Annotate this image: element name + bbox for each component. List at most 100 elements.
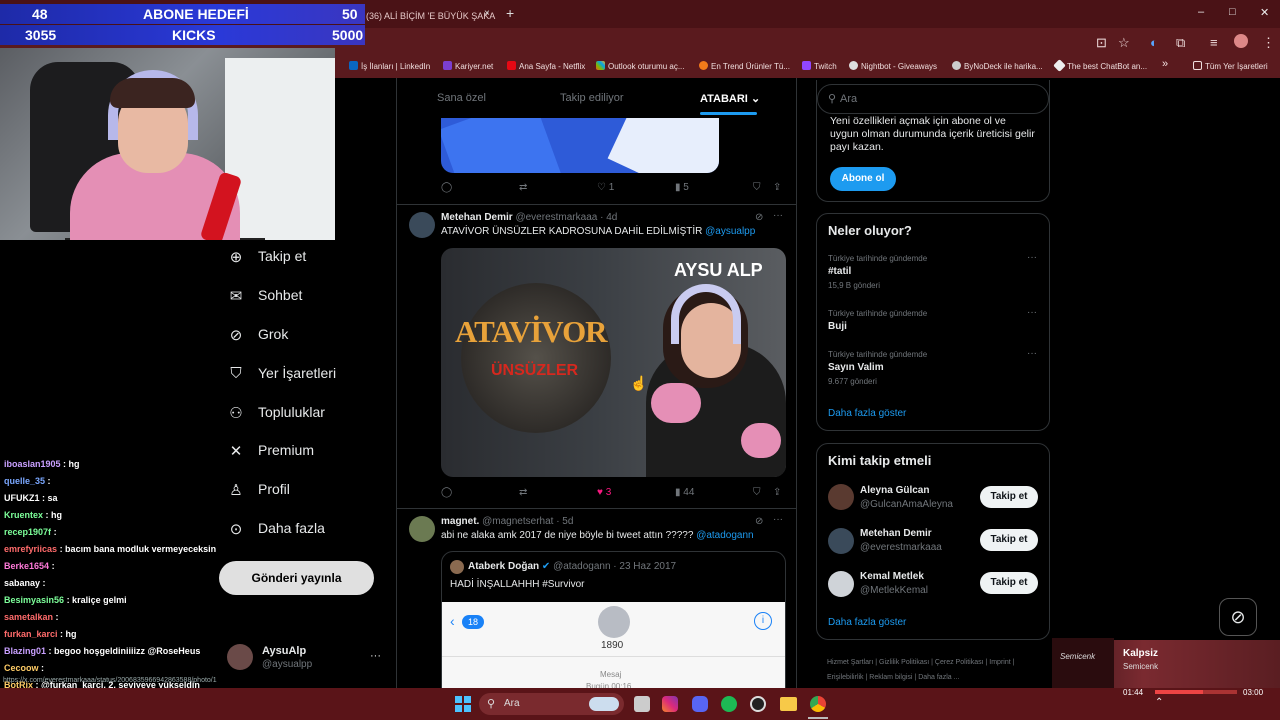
bookmark-star-icon[interactable]: ☆ (1118, 35, 1130, 51)
chat-username[interactable]: emrefyriicas (4, 544, 57, 554)
image-logo: ATAVİVOR (455, 314, 608, 349)
song-artist: Semicenk (1123, 662, 1159, 671)
chat-username[interactable]: Kruentex (4, 510, 43, 520)
chat-text: : sa (42, 493, 58, 503)
obs-icon[interactable] (750, 696, 766, 712)
chat-username[interactable]: recep1907f (4, 527, 51, 537)
bookmark-trend[interactable]: En Trend Ürünler Tü... (699, 61, 790, 71)
spotify-icon[interactable] (721, 696, 737, 712)
post-more-icon[interactable]: ··· (773, 210, 783, 221)
reply-icon[interactable]: ◯ (441, 487, 452, 498)
close-window-button[interactable]: ✕ (1260, 6, 1269, 19)
tab-following[interactable]: Takip ediliyor (560, 92, 624, 104)
author-name[interactable]: magnet. (441, 516, 479, 527)
account-menu-icon[interactable]: ··· (370, 650, 381, 662)
bookmark-netflix[interactable]: Ana Sayfa - Netflix (507, 61, 585, 71)
taskbar-search[interactable]: ⚲ Ara (479, 693, 624, 715)
kicks-goal-target: 5000 (332, 27, 364, 43)
extensions-puzzle-icon[interactable]: ⧉ (1176, 35, 1185, 51)
chat-username[interactable]: Blazing01 (4, 646, 46, 656)
trend-more-icon[interactable]: ··· (1027, 348, 1037, 359)
trends-show-more[interactable]: Daha fazla göster (828, 408, 906, 419)
suggest-avatar[interactable] (828, 571, 854, 597)
grok-icon[interactable]: ⊘ (755, 212, 763, 223)
windows-start-icon[interactable] (455, 696, 471, 712)
subscribe-button[interactable]: Abone ol (830, 167, 896, 191)
trend-more-icon[interactable]: ··· (1027, 252, 1037, 263)
browser-menu-icon[interactable]: ⋮ (1262, 35, 1275, 51)
bookmark-kariyer[interactable]: Kariyer.net (443, 61, 493, 71)
post-text: abi ne alaka amk 2017 de niye böyle bi t… (441, 530, 754, 541)
author-avatar[interactable] (409, 212, 435, 238)
author-avatar[interactable] (409, 516, 435, 542)
bookmark-twitch[interactable]: Twitch (802, 61, 837, 71)
suggest-avatar[interactable] (828, 528, 854, 554)
song-progress-bar (1155, 690, 1237, 694)
task-view-icon[interactable] (634, 696, 650, 712)
post-more-icon[interactable]: ··· (773, 514, 783, 525)
search-input[interactable]: ⚲ Ara (817, 84, 1049, 114)
trend-item[interactable]: Türkiye tarihinde gündemde #tatil 15,9 B… (817, 252, 1049, 302)
install-app-icon[interactable]: ⊡ (1096, 35, 1107, 51)
bookmark-chatbot[interactable]: The best ChatBot an... (1053, 59, 1147, 72)
bookmark-nightbot[interactable]: Nightbot - Giveaways (849, 61, 937, 71)
new-tab-button[interactable]: + (506, 5, 514, 21)
repost-icon[interactable]: ⇄ (519, 182, 527, 193)
bookmark-icon[interactable]: ⛉ (753, 487, 761, 498)
extension-icon[interactable]: ◐ (1150, 35, 1158, 50)
views-count[interactable]: ▮ 5 (675, 182, 689, 193)
profile-avatar[interactable] (1234, 34, 1248, 48)
chat-username[interactable]: sametalkan (4, 612, 53, 622)
trend-more-icon[interactable]: ··· (1027, 307, 1037, 318)
sub-goal-bar: 48 ABONE HEDEFİ 50 (0, 4, 365, 24)
bookmarks-overflow[interactable]: » (1162, 58, 1168, 70)
chat-username[interactable]: quelle_35 (4, 476, 45, 486)
tab-list[interactable]: ATABARI ⌄ (700, 92, 760, 105)
who-show-more[interactable]: Daha fazla göster (828, 617, 906, 628)
media-controls-icon[interactable]: ≡ (1210, 35, 1218, 50)
author-name[interactable]: Metehan Demir (441, 212, 513, 223)
trend-item[interactable]: Türkiye tarihinde gündemde Sayın Valim 9… (817, 348, 1049, 398)
repost-icon[interactable]: ⇄ (519, 487, 527, 498)
follow-button[interactable]: Takip et (980, 529, 1038, 551)
reply-icon[interactable]: ◯ (441, 182, 452, 193)
mention-link[interactable]: @aysualpp (705, 226, 755, 237)
bookmark-bynodeck[interactable]: ByNoDeck ile harika... (952, 61, 1043, 71)
follow-button[interactable]: Takip et (980, 572, 1038, 594)
chat-message: quelle_35 : (4, 476, 51, 486)
instagram-icon[interactable] (662, 696, 678, 712)
browser-tab[interactable]: (36) ALİ BİÇİM 'E BÜYÜK ŞAKA (358, 4, 498, 28)
post-image[interactable] (441, 118, 719, 173)
chrome-icon[interactable] (810, 696, 826, 712)
views-count[interactable]: ▮ 44 (675, 487, 694, 498)
grok-icon[interactable]: ⊘ (755, 516, 763, 527)
chat-username[interactable]: iboaslan1905 (4, 459, 61, 469)
like-button[interactable]: ♡ 1 (597, 182, 614, 193)
share-icon[interactable]: ⇪ (773, 182, 781, 193)
trend-item[interactable]: Türkiye tarihinde gündemde Buji ··· (817, 307, 1049, 343)
all-bookmarks-folder[interactable]: Tüm Yer İşaretleri (1193, 61, 1268, 71)
minimize-button[interactable]: – (1198, 6, 1204, 18)
file-explorer-icon[interactable] (780, 697, 797, 711)
suggest-avatar[interactable] (828, 484, 854, 510)
chat-username[interactable]: Cecoow (4, 663, 39, 673)
tab-close-icon[interactable]: × (484, 8, 490, 19)
tray-chevron-icon[interactable]: ⌃ (1155, 697, 1163, 708)
chat-username[interactable]: Besimyasin56 (4, 595, 64, 605)
maximize-button[interactable]: □ (1229, 6, 1236, 18)
grok-floating-button[interactable]: ⊘ (1219, 598, 1257, 636)
bookmark-linkedin[interactable]: İş İlanları | LinkedIn (349, 61, 430, 71)
chat-username[interactable]: furkan_karci (4, 629, 58, 639)
chat-username[interactable]: UFUKZ1 (4, 493, 40, 503)
tab-for-you[interactable]: Sana özel (437, 92, 486, 104)
share-icon[interactable]: ⇪ (773, 487, 781, 498)
bookmark-outlook[interactable]: Outlook oturumu aç... (596, 61, 684, 71)
mention-link[interactable]: @atadogann (696, 530, 753, 541)
chat-username[interactable]: sabanay (4, 578, 40, 588)
discord-icon[interactable] (692, 696, 708, 712)
like-button[interactable]: ♥ 3 (597, 487, 611, 498)
chat-username[interactable]: Berke1654 (4, 561, 49, 571)
follow-button[interactable]: Takip et (980, 486, 1038, 508)
bookmark-icon[interactable]: ⛉ (753, 182, 761, 193)
post-image[interactable]: ATAVİVOR ÜNSÜZLER AYSU ALP (441, 248, 786, 477)
